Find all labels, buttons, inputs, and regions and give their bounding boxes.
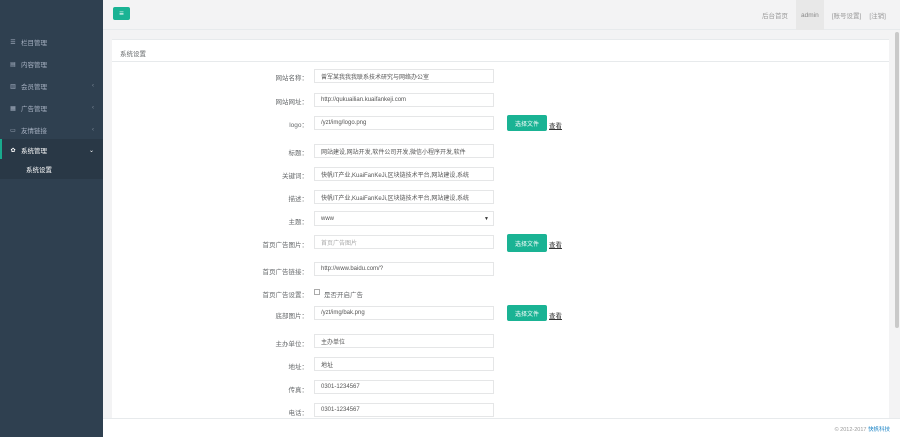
top-links: 后台首页 admin [账号设置] [注销] <box>754 0 886 30</box>
home-ad-image-choose-file-button[interactable]: 选择文件 <box>507 234 547 252</box>
logo-view-link[interactable]: 查看 <box>549 120 562 130</box>
settings-panel: 系统设置 网站名称： 曾军某我我我联系技术研究与网络办公室 网站网址： http… <box>112 39 889 437</box>
sidebar-item-column-management[interactable]: ☰ 栏目管理 <box>0 31 103 53</box>
description-label: 描述： <box>288 196 309 203</box>
table-icon: ▤ <box>10 61 16 68</box>
enable-ad-checkbox-label[interactable]: 是否开启广告 <box>324 289 363 299</box>
sidebar-item-label: 系统管理 <box>21 148 47 155</box>
footer-image-view-link[interactable]: 查看 <box>549 310 562 320</box>
account-settings-link[interactable]: [账号设置] <box>832 0 862 30</box>
keywords-label: 关键词： <box>282 173 308 180</box>
logo-input[interactable]: /yzt/img/logo.png <box>314 116 494 130</box>
sidebar-item-content-management[interactable]: ▤ 内容管理 <box>0 53 103 75</box>
link-icon: ▭ <box>10 127 16 134</box>
home-ad-image-input[interactable]: 首页广告图片 <box>314 235 494 249</box>
title-label: 标题： <box>288 150 309 157</box>
footer-image-label: 底部图片： <box>275 313 309 320</box>
footer-image-choose-file-button[interactable]: 选择文件 <box>507 305 547 321</box>
organizer-label: 主办单位： <box>275 341 309 348</box>
keywords-input[interactable]: 快帆IT产业,KuaiFanKeJi,区块链技术平台,网站建设,系统 <box>314 167 494 181</box>
address-input[interactable]: 地址 <box>314 357 494 371</box>
footer-company-link[interactable]: 快帆科技 <box>868 427 890 433</box>
home-ad-link-input[interactable]: http://www.baidu.com/? <box>314 262 494 276</box>
hamburger-icon: ≡ <box>119 9 124 18</box>
home-link[interactable]: 后台首页 <box>762 0 788 30</box>
footer: © 2012-2017 快帆科技 <box>103 418 900 437</box>
logo-choose-file-button[interactable]: 选择文件 <box>507 115 547 131</box>
sidebar: ☰ 栏目管理 ▤ 内容管理 ▥ 会员管理 ‹ ▦ 广告管理 ‹ ▭ 友情链接 ‹… <box>0 0 103 437</box>
picture-icon: ▦ <box>10 105 16 112</box>
phone-label: 电话： <box>288 410 309 417</box>
theme-label: 主题： <box>288 219 309 226</box>
chevron-left-icon: ‹ <box>92 83 94 89</box>
sidebar-subitem-system-settings[interactable]: 系统设置 <box>0 159 103 179</box>
chevron-down-icon: ⌄ <box>88 147 94 154</box>
theme-select-value: www <box>321 215 334 222</box>
footer-image-input[interactable]: /yzt/img/bak.png <box>314 306 494 320</box>
title-input[interactable]: 网站建设,网站开发,软件公司开发,微信小程序开发,软件 <box>314 144 494 158</box>
admin-user-label: admin <box>796 0 824 30</box>
logo-label: logo： <box>289 122 308 129</box>
copyright-text: © 2012-2017 <box>834 427 867 433</box>
sidebar-item-ad-management[interactable]: ▦ 广告管理 ‹ <box>0 97 103 119</box>
scrollbar-thumb[interactable] <box>895 32 899 328</box>
description-input[interactable]: 快帆IT产业,KuaiFanKeJi,区块链技术平台,网站建设,系统 <box>314 190 494 204</box>
gear-icon: ✿ <box>10 147 16 154</box>
site-name-input[interactable]: 曾军某我我我联系技术研究与网络办公室 <box>314 69 494 83</box>
sidebar-item-label: 友情链接 <box>21 128 47 135</box>
panel-title: 系统设置 <box>120 51 146 58</box>
top-navbar: ≡ 后台首页 admin [账号设置] [注销] <box>103 0 900 30</box>
fax-input[interactable]: 0301-1234567 <box>314 380 494 394</box>
home-ad-image-label: 首页广告图片： <box>262 242 309 249</box>
caret-down-icon: ▼ <box>484 215 489 222</box>
users-icon: ▥ <box>10 83 16 90</box>
chevron-left-icon: ‹ <box>92 105 94 111</box>
sidebar-item-label: 广告管理 <box>21 106 47 113</box>
sidebar-item-system-management[interactable]: ✿ 系统管理 ⌄ <box>0 139 103 161</box>
site-url-input[interactable]: http://qukuailian.kuaifankeji.com <box>314 93 494 107</box>
fax-label: 传真： <box>288 387 309 394</box>
sidebar-item-label: 栏目管理 <box>21 40 47 47</box>
menu-toggle-button[interactable]: ≡ <box>113 7 130 20</box>
sidebar-subitem-label: 系统设置 <box>26 167 52 174</box>
divider <box>112 61 889 62</box>
sidebar-item-label: 内容管理 <box>21 62 47 69</box>
phone-input[interactable]: 0301-1234567 <box>314 403 494 417</box>
sidebar-item-member-management[interactable]: ▥ 会员管理 ‹ <box>0 75 103 97</box>
sidebar-item-label: 会员管理 <box>21 84 47 91</box>
logout-link[interactable]: [注销] <box>869 0 886 30</box>
site-url-label: 网站网址： <box>275 99 309 106</box>
organizer-input[interactable]: 主办单位 <box>314 334 494 348</box>
enable-ad-checkbox[interactable] <box>314 289 320 295</box>
home-ad-link-label: 首页广告链接： <box>262 269 309 276</box>
site-name-label: 网站名称： <box>275 75 309 82</box>
home-ad-image-view-link[interactable]: 查看 <box>549 239 562 249</box>
chevron-left-icon: ‹ <box>92 127 94 133</box>
footer-copyright: © 2012-2017 快帆科技 <box>835 425 890 433</box>
list-icon: ☰ <box>10 39 16 46</box>
home-ad-setting-label: 首页广告设置： <box>262 292 309 299</box>
address-label: 地址： <box>288 364 309 371</box>
theme-select[interactable]: www ▼ <box>314 211 494 226</box>
sidebar-item-friend-links[interactable]: ▭ 友情链接 ‹ <box>0 119 103 141</box>
